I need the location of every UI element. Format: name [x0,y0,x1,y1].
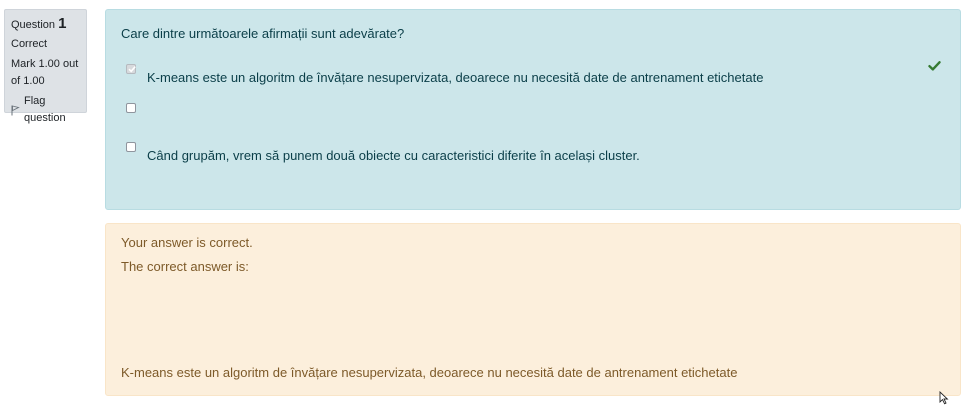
flag-question-label: Flag question [24,95,66,124]
answer-option-label-3: Când grupăm, vrem să punem două obiecte … [147,148,640,163]
question-grade: Mark 1.00 out of 1.00 [11,58,79,87]
answer-checkbox-1[interactable] [126,64,136,74]
flag-icon [11,104,20,116]
question-number-line: Question 1 [11,15,80,34]
answer-option-2[interactable] [126,103,147,113]
checkmark-icon [928,61,941,71]
question-formulation: Care dintre următoarele afirmații sunt a… [105,9,961,210]
answer-option-3[interactable]: Când grupăm, vrem să punem două obiecte … [126,142,640,163]
feedback-text: Your answer is correct. [121,235,253,250]
answer-checkbox-2[interactable] [126,103,136,113]
question-state: Correct [11,38,48,50]
answer-option-1[interactable]: K-means este un algoritm de învățare nes… [126,64,763,85]
right-answer-text: K-means este un algoritm de învățare nes… [121,365,738,380]
question-number: 1 [58,15,67,32]
outcome-feedback: Your answer is correct. The correct answ… [105,223,961,396]
answer-option-label-1: K-means este un algoritm de învățare nes… [147,70,764,85]
answer-checkbox-3[interactable] [126,142,136,152]
question-info-panel: Question 1 Correct Mark 1.00 out of 1.00… [4,9,87,124]
question-label: Question [11,19,56,31]
right-answer-label: The correct answer is: [121,259,249,274]
flag-question-button[interactable]: Flag question [11,93,80,127]
question-text: Care dintre următoarele afirmații sunt a… [121,26,405,41]
